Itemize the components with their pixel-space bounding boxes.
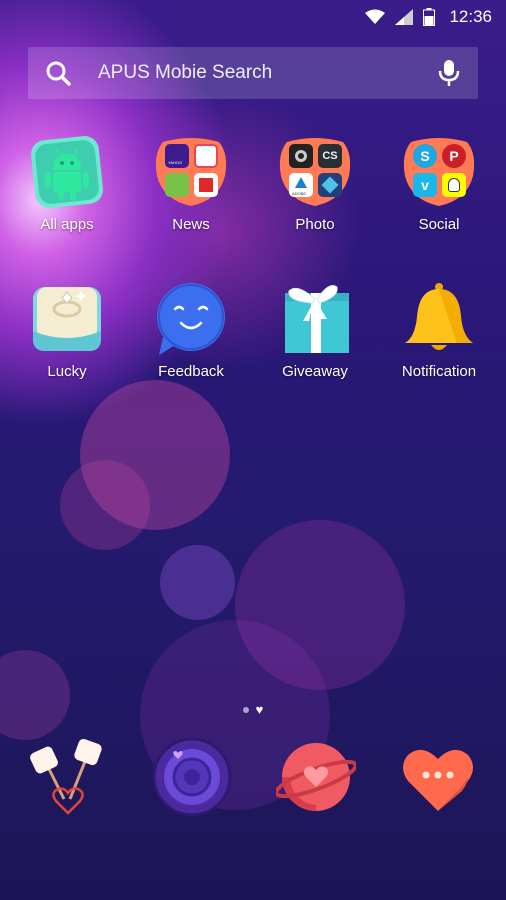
page-indicator: ♥ xyxy=(0,703,506,716)
search-placeholder: APUS Mobie Search xyxy=(98,62,273,83)
search-bar[interactable]: APUS Mobie Search xyxy=(28,47,478,99)
status-bar: 12:36 xyxy=(0,0,506,36)
purple-camera-icon xyxy=(152,737,232,817)
pinwheel-icon xyxy=(318,173,342,197)
app-lucky[interactable]: Lucky xyxy=(12,281,122,380)
heart-page-dot-icon[interactable]: ♥ xyxy=(256,703,264,716)
wifi-icon xyxy=(365,9,386,24)
pocket-icon xyxy=(194,144,218,168)
bell-icon xyxy=(401,281,477,357)
app-news-folder[interactable]: YAHOO News xyxy=(136,134,246,233)
leaf-icon xyxy=(165,173,189,197)
app-label: Notification xyxy=(401,363,477,380)
app-label: Giveaway xyxy=(282,363,348,380)
app-all-apps[interactable]: All apps xyxy=(12,134,122,233)
dock-app-heart-chat[interactable] xyxy=(398,737,478,817)
dock-app-camera[interactable] xyxy=(152,737,232,817)
planet-heart-icon xyxy=(274,743,358,811)
dock-app-planet[interactable] xyxy=(274,737,358,817)
status-clock: 12:36 xyxy=(449,7,492,26)
marshmallow-heart-icon xyxy=(30,738,102,815)
bokeh-decoration xyxy=(60,460,150,550)
app-label: Lucky xyxy=(47,363,87,380)
app-giveaway[interactable]: Giveaway xyxy=(260,281,370,380)
app-feedback[interactable]: Feedback xyxy=(136,281,246,380)
bokeh-decoration xyxy=(0,650,70,740)
camscanner-icon: CS xyxy=(318,144,342,168)
heart-chat-icon xyxy=(403,749,473,811)
gift-box-icon xyxy=(277,281,353,357)
bokeh-decoration xyxy=(80,380,230,530)
page-dot-icon[interactable] xyxy=(242,706,249,713)
app-label: Social xyxy=(418,216,460,233)
social-folder-icon: S P v xyxy=(401,134,477,210)
yahoo-icon: YAHOO xyxy=(165,144,189,168)
ring-box-icon xyxy=(29,281,105,357)
bokeh-decoration xyxy=(160,545,235,620)
search-icon xyxy=(46,61,71,86)
app-social-folder[interactable]: S P v Social xyxy=(384,134,494,233)
bokeh-decoration xyxy=(235,520,405,690)
vimeo-icon: v xyxy=(413,173,437,197)
news-folder-icon: YAHOO xyxy=(153,134,229,210)
photo-folder-icon: CS ADOBE xyxy=(277,134,353,210)
adobe-icon: ADOBE xyxy=(289,173,313,197)
pinterest-icon: P xyxy=(442,144,466,168)
android-icon xyxy=(29,134,105,210)
snapchat-icon xyxy=(442,173,466,197)
battery-icon xyxy=(423,8,436,26)
app-label: Photo xyxy=(295,216,335,233)
app-notification[interactable]: Notification xyxy=(384,281,494,380)
microphone-icon[interactable] xyxy=(438,59,460,87)
skype-icon: S xyxy=(413,144,437,168)
app-label: Feedback xyxy=(158,363,224,380)
signal-icon xyxy=(395,9,414,25)
app-photo-folder[interactable]: CS ADOBE Photo xyxy=(260,134,370,233)
dock-app-marshmallow[interactable] xyxy=(28,737,108,817)
app-label: News xyxy=(172,216,210,233)
smiley-bubble-icon xyxy=(153,281,229,357)
flipboard-icon xyxy=(194,173,218,197)
camera-app-icon xyxy=(289,144,313,168)
app-label: All apps xyxy=(40,216,94,233)
